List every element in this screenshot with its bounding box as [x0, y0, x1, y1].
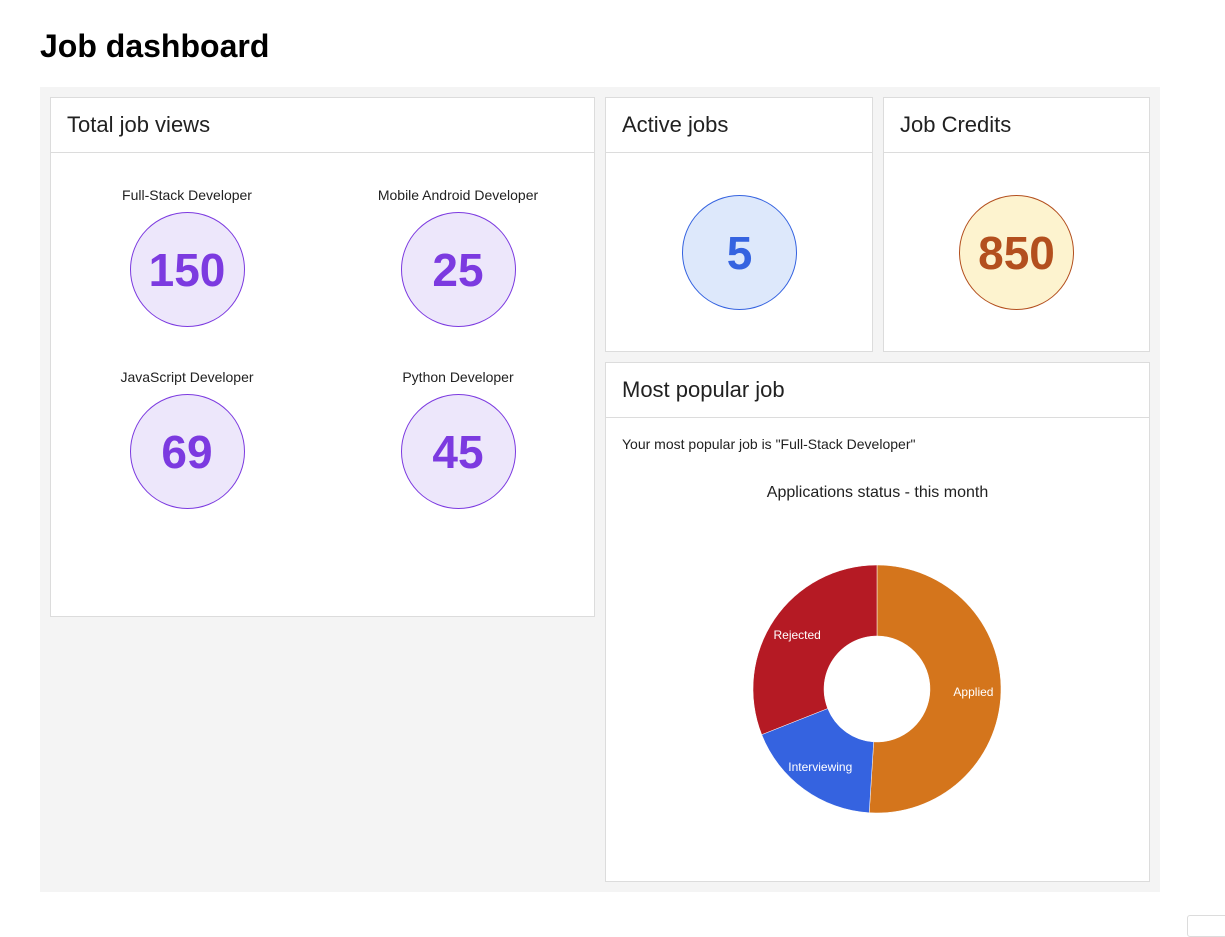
job-views-label: Python Developer [402, 369, 514, 385]
job-views-item-python: Python Developer 45 [348, 369, 568, 509]
job-views-item-fullstack: Full-Stack Developer 150 [77, 187, 297, 327]
donut-label-applied: Applied [953, 685, 993, 699]
job-views-item-android: Mobile Android Developer 25 [348, 187, 568, 327]
most-popular-job-card: Most popular job Your most popular job i… [605, 362, 1150, 882]
job-views-label: Full-Stack Developer [122, 187, 252, 203]
page-title: Job dashboard [40, 28, 270, 64]
active-jobs-title: Active jobs [606, 98, 872, 153]
job-views-count: 150 [129, 212, 245, 327]
total-job-views-title: Total job views [51, 98, 594, 153]
donut-label-rejected: Rejected [773, 628, 820, 642]
applications-status-donut-chart: Applied Interviewing Rejected [752, 564, 1002, 814]
job-credits-card: Job Credits 850 [883, 97, 1150, 352]
job-credits-count: 850 [959, 195, 1074, 310]
job-views-count: 45 [400, 394, 516, 509]
dashboard-board: Total job views Full-Stack Developer 150… [40, 87, 1160, 892]
active-jobs-card: Active jobs 5 [605, 97, 873, 352]
donut-label-interviewing: Interviewing [788, 760, 852, 774]
corner-widget [1187, 915, 1225, 937]
job-views-count: 69 [129, 394, 245, 509]
donut-slice-rejected [752, 564, 878, 735]
job-views-item-javascript: JavaScript Developer 69 [77, 369, 297, 509]
total-job-views-card: Total job views Full-Stack Developer 150… [50, 97, 595, 617]
job-views-label: Mobile Android Developer [377, 187, 539, 203]
active-jobs-count: 5 [682, 195, 797, 310]
job-views-label: JavaScript Developer [120, 369, 254, 385]
job-credits-title: Job Credits [884, 98, 1149, 153]
job-views-count: 25 [400, 212, 516, 327]
